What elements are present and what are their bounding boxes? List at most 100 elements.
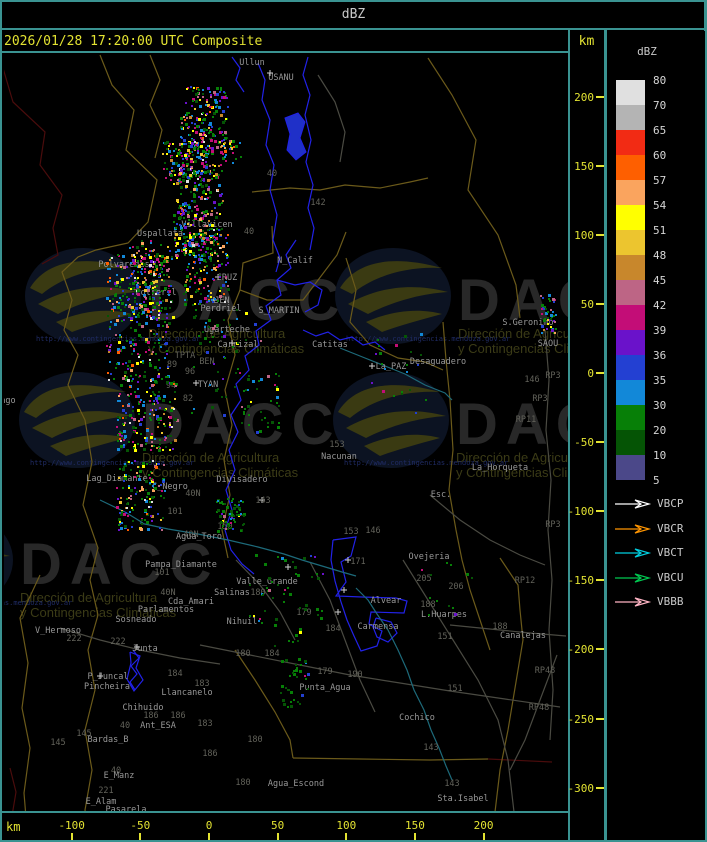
map-label: Pasarela — [106, 805, 147, 811]
map-label: USANU — [268, 73, 294, 83]
map-label: 188 — [420, 600, 435, 610]
map-label: 40 — [244, 227, 254, 237]
map-label: Divisadero — [216, 475, 267, 485]
colorbar-swatch — [616, 455, 645, 480]
right-axis-tick — [596, 233, 604, 236]
map-label: 190 — [347, 670, 362, 680]
map-label: Ant_ESA — [140, 721, 176, 731]
map-label: 183 — [194, 679, 209, 689]
legend-label: VBCR — [657, 521, 684, 535]
map-label: C_Negro — [152, 482, 188, 492]
map-label: 184 — [167, 669, 182, 679]
colorbar-label: 80 — [653, 74, 667, 87]
legend-row: VBCP — [613, 497, 705, 511]
map-label: TPTA — [175, 351, 195, 361]
lake — [284, 112, 307, 161]
map-label: 180 — [247, 735, 262, 745]
colorbar-panel: dBZ 80 70 65 60 57 54 51 48 45 42 39 36 35 30 20 10 5 VB… — [607, 31, 705, 840]
map-label: 143 — [444, 779, 459, 789]
bottom-axis-tick-label: 200 — [473, 819, 494, 832]
right-axis-tick-label: -150 — [567, 574, 595, 588]
legend-arrow-icon — [615, 499, 652, 509]
map-label: 180 — [235, 649, 250, 659]
map-label: 146 — [365, 526, 380, 536]
map-label: Parlamentos — [138, 605, 194, 615]
colorbar-title: dBZ — [637, 45, 657, 58]
map-label: La_PAZ — [376, 362, 407, 372]
map-label: 142 — [310, 198, 325, 208]
bottom-axis-tick — [413, 833, 416, 840]
colorbar-label: 42 — [653, 299, 667, 312]
colorbar-label: 65 — [653, 124, 667, 137]
right-axis-tick-label: 50 — [580, 297, 594, 311]
map-line — [487, 758, 553, 763]
svg-text:DACC: DACC — [456, 392, 568, 457]
map-line — [317, 74, 346, 163]
map-label: 40 — [267, 169, 277, 179]
map-label: 205 — [416, 574, 431, 584]
right-axis-tick — [596, 372, 604, 374]
bottom-axis-tick — [276, 833, 279, 840]
map-label: Junta — [132, 644, 158, 654]
map-label: Catitas — [312, 340, 348, 350]
map-label: ago — [4, 396, 16, 406]
colorbar-swatch — [616, 355, 645, 380]
bottom-axis-tick-label: 50 — [271, 819, 285, 832]
map-label: Valle_Grande — [236, 577, 297, 587]
map-label: Ovejeria — [409, 552, 450, 562]
map-label: 146 — [524, 375, 539, 385]
map-label: RP3 — [545, 520, 560, 530]
dacc-watermark: DACCDirección de Agriculturay Contingenc… — [335, 248, 568, 356]
map-label: 153 — [329, 440, 344, 450]
map-label: Nacunan — [321, 452, 357, 462]
bottom-axis-tick — [345, 833, 348, 840]
map-label: Sta.Isabel — [437, 794, 488, 804]
map-label: Alvear — [371, 596, 402, 606]
colorbar-label: 51 — [653, 224, 667, 237]
map-label: 145 — [50, 738, 65, 748]
legend-arrow-icon — [615, 548, 652, 558]
map-label: 179 — [317, 667, 332, 677]
colorbar-label: 70 — [653, 99, 667, 112]
bottom-axis-tick-label: 150 — [405, 819, 425, 832]
page-title: dBZ — [341, 6, 366, 22]
map-label: 151 — [447, 684, 462, 694]
legend-label: VBCU — [657, 570, 684, 584]
radar-map: DACC Dirección de Agricultura y Contingenc… — [4, 53, 568, 811]
colorbar-label: 30 — [653, 399, 667, 412]
bottom-axis-tick-label: -50 — [130, 819, 151, 832]
colorbar-swatch — [616, 80, 645, 105]
bottom-axis-tick — [208, 833, 210, 840]
colorbar-swatch — [616, 105, 645, 130]
right-axis: 200 150 100 50 0 -50 -100 -150 -200 -250 -300 — [568, 53, 604, 811]
map-label: 183 — [197, 719, 212, 729]
colorbar-swatch — [616, 280, 645, 305]
map-label: RP11 — [516, 415, 536, 425]
map-line — [149, 54, 163, 159]
svg-text:DACC: DACC — [148, 268, 348, 333]
map-label: 186 — [143, 711, 158, 721]
legend-label: VBCP — [657, 497, 684, 510]
radar-map-canvas: DACCDirección de Agriculturay Contingenc… — [4, 54, 568, 811]
map-label: 143 — [255, 496, 270, 506]
colorbar-swatch — [616, 130, 645, 155]
map-line — [257, 62, 281, 273]
map-label: 151 — [437, 632, 452, 642]
right-axis-tick — [596, 717, 604, 720]
map-label: 96 — [185, 367, 195, 377]
legend-arrow-icon — [615, 524, 652, 534]
map-line — [9, 767, 17, 811]
timestamp: 2026/01/28 17:20:00 UTC Composite — [4, 33, 263, 49]
bottom-axis-tick-label: 0 — [205, 819, 213, 832]
map-line — [292, 757, 489, 761]
map-label: 180 — [235, 778, 250, 788]
map-label: Nihuil — [227, 617, 258, 627]
colorbar-label: 10 — [653, 449, 667, 462]
legend-arrow-icon — [615, 573, 652, 583]
map-label: E_Manz — [104, 771, 135, 781]
colorbar-swatch — [616, 180, 645, 205]
right-axis-tick — [596, 95, 604, 98]
map-label: BEN — [199, 357, 214, 367]
colorbar-swatch — [616, 205, 645, 230]
map-label: Pincheira — [84, 682, 130, 692]
